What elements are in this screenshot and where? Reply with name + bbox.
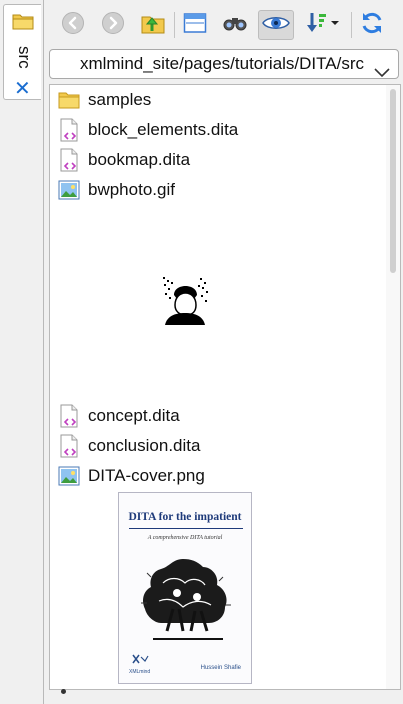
path-combo[interactable]: xmlmind_site/pages/tutorials/DITA/src <box>49 49 399 79</box>
dita-file-icon <box>58 434 80 458</box>
file-name: conclusion.dita <box>88 436 201 455</box>
vertical-scrollbar[interactable] <box>386 85 400 689</box>
cover-title: DITA for the impatient <box>128 511 242 523</box>
dita-file-icon <box>58 118 80 142</box>
list-item-file[interactable]: bookmap.dita <box>58 147 190 173</box>
path-value: xmlmind_site/pages/tutorials/DITA/src <box>79 54 364 73</box>
forward-arrow-icon <box>101 11 125 40</box>
publisher-name: XMLmind <box>129 669 151 675</box>
sort-icon <box>304 11 340 40</box>
preview-toggle[interactable] <box>258 10 294 40</box>
refresh-icon <box>359 10 385 41</box>
publisher-logo: XMLmind <box>129 653 150 675</box>
tab-src-label: src <box>15 45 34 69</box>
image-file-icon <box>58 465 80 487</box>
file-browser-panel: xmlmind_site/pages/tutorials/DITA/src sa… <box>43 0 403 704</box>
close-icon[interactable]: ✕ <box>14 79 31 99</box>
list-item-file[interactable]: conclusion.dita <box>58 433 200 459</box>
file-name: block_elements.dita <box>88 120 239 139</box>
cover-divider <box>129 528 243 529</box>
parent-folder-button[interactable] <box>138 10 168 40</box>
file-list[interactable]: samples block_elements.dita bookmap.dita… <box>49 84 401 690</box>
cover-subtitle: A comprehensive DITA tutorial <box>147 535 223 541</box>
list-item-folder[interactable]: samples <box>58 87 151 113</box>
find-button[interactable] <box>220 10 250 40</box>
dita-file-icon <box>58 404 80 428</box>
chevron-down-icon[interactable] <box>374 59 390 78</box>
folder-icon <box>12 11 34 36</box>
list-item-file[interactable]: DITA-cover.png <box>58 463 205 489</box>
file-name: bwphoto.gif <box>88 180 175 199</box>
list-item-file[interactable]: bwphoto.gif <box>58 177 175 203</box>
sort-button[interactable] <box>302 10 342 40</box>
cover-author: Hussein Shafie <box>200 665 241 671</box>
scrollbar-thumb[interactable] <box>390 89 396 273</box>
cover-illustration <box>133 553 239 650</box>
resize-grip <box>61 689 66 694</box>
side-tab-strip: src ✕ <box>0 0 43 704</box>
binoculars-icon <box>222 13 248 38</box>
forward-button[interactable] <box>98 10 128 40</box>
list-item-file[interactable]: concept.dita <box>58 403 180 429</box>
image-file-icon <box>58 179 80 201</box>
folder-up-icon <box>140 11 166 40</box>
list-item-file[interactable]: block_elements.dita <box>58 117 238 143</box>
window-icon <box>183 12 207 39</box>
folder-icon <box>58 89 80 111</box>
back-arrow-icon <box>61 11 85 40</box>
file-name: DITA-cover.png <box>88 466 205 485</box>
tab-src[interactable]: src ✕ <box>3 4 41 100</box>
eye-icon <box>262 14 290 37</box>
back-button[interactable] <box>58 10 88 40</box>
dita-cover-preview: DITA for the impatient A comprehensive D… <box>118 492 252 684</box>
bwphoto-preview <box>162 275 209 325</box>
file-name: concept.dita <box>88 406 180 425</box>
file-name: samples <box>88 90 152 109</box>
refresh-button[interactable] <box>357 10 387 40</box>
dita-file-icon <box>58 148 80 172</box>
view-mode-button[interactable] <box>180 10 210 40</box>
toolbar <box>44 6 403 46</box>
file-name: bookmap.dita <box>88 150 191 169</box>
